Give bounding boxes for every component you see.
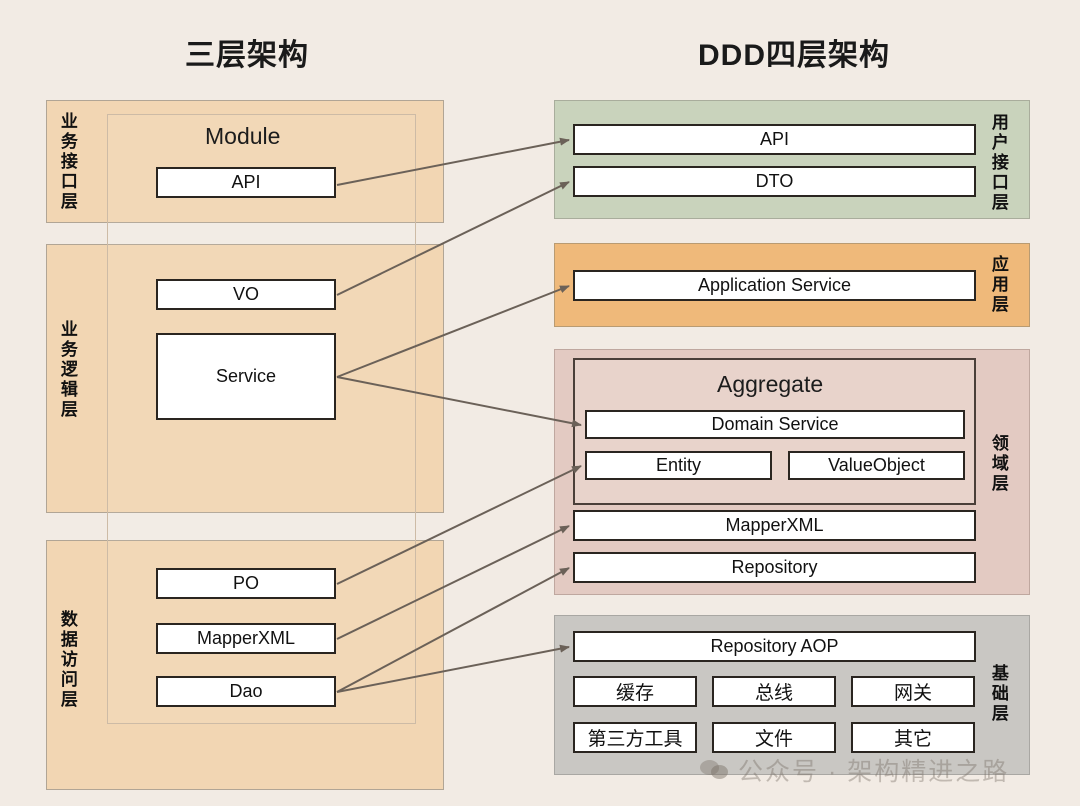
ddd-box-application-service[interactable]: Application Service xyxy=(573,270,976,301)
ddd-layer-infrastructure-label: 基础层 xyxy=(988,664,1008,724)
left-box-api[interactable]: API xyxy=(156,167,336,198)
left-layer-logic-label: 业务逻辑层 xyxy=(57,320,77,420)
ddd-box-cache[interactable]: 缓存 xyxy=(573,676,697,707)
ddd-box-mapperxml[interactable]: MapperXML xyxy=(573,510,976,541)
left-diagram-title: 三层架构 xyxy=(185,39,309,72)
left-box-vo[interactable]: VO xyxy=(156,279,336,310)
left-box-po[interactable]: PO xyxy=(156,568,336,599)
ddd-box-dto[interactable]: DTO xyxy=(573,166,976,197)
ddd-box-valueobject[interactable]: ValueObject xyxy=(788,451,965,480)
ddd-layer-user-interface-label: 用户接口层 xyxy=(988,113,1008,213)
watermark: 公众号 · 架构精进之路 xyxy=(700,752,1009,788)
ddd-box-api[interactable]: API xyxy=(573,124,976,155)
ddd-layer-domain-label: 领域层 xyxy=(988,434,1008,494)
ddd-layer-user-interface-panel xyxy=(554,100,1030,219)
left-box-mapperxml[interactable]: MapperXML xyxy=(156,623,336,654)
ddd-box-file[interactable]: 文件 xyxy=(712,722,836,753)
ddd-box-repository[interactable]: Repository xyxy=(573,552,976,583)
diagram-canvas: 三层架构 DDD四层架构 业务接口层 业务逻辑层 数据访问层 Module AP… xyxy=(0,0,1080,806)
ddd-box-gateway[interactable]: 网关 xyxy=(851,676,975,707)
left-layer-interface-panel xyxy=(46,100,444,223)
ddd-box-repository-aop[interactable]: Repository AOP xyxy=(573,631,976,662)
ddd-box-third-party-tools[interactable]: 第三方工具 xyxy=(573,722,697,753)
left-box-dao[interactable]: Dao xyxy=(156,676,336,707)
left-layer-interface-label: 业务接口层 xyxy=(57,112,77,212)
ddd-box-other[interactable]: 其它 xyxy=(851,722,975,753)
wechat-icon xyxy=(700,759,730,781)
right-diagram-title: DDD四层架构 xyxy=(698,39,890,72)
ddd-box-domain-service[interactable]: Domain Service xyxy=(585,410,965,439)
left-layer-data-label: 数据访问层 xyxy=(57,610,77,710)
ddd-box-bus[interactable]: 总线 xyxy=(712,676,836,707)
ddd-layer-application-label: 应用层 xyxy=(988,255,1008,315)
aggregate-title: Aggregate xyxy=(717,371,824,397)
module-title: Module xyxy=(205,123,281,149)
left-box-service[interactable]: Service xyxy=(156,333,336,420)
ddd-box-entity[interactable]: Entity xyxy=(585,451,772,480)
watermark-text: 公众号 · 架构精进之路 xyxy=(738,758,1010,786)
